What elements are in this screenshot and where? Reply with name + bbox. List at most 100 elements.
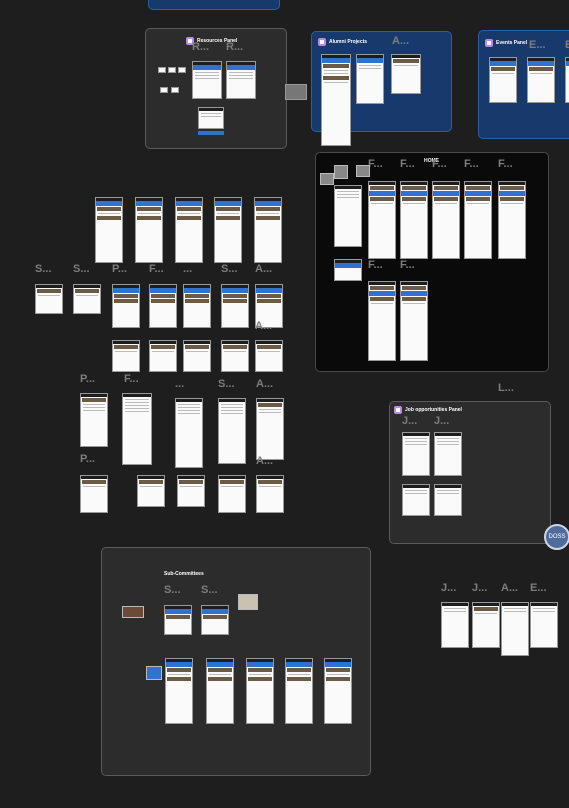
subcommittees-blue-thumb[interactable] xyxy=(146,666,162,680)
alumni-frame-1[interactable] xyxy=(321,54,351,146)
resources-mini-5[interactable] xyxy=(171,87,179,93)
home-frame-small[interactable] xyxy=(334,259,362,281)
panel-frame-icon xyxy=(318,38,326,46)
br-frame-2[interactable] xyxy=(472,602,500,648)
jobs-frame-1[interactable] xyxy=(402,432,430,476)
home-frame-4[interactable] xyxy=(464,181,492,259)
subcommittees-frame-7[interactable] xyxy=(324,658,352,724)
subcommittees-frame-1[interactable] xyxy=(164,605,192,635)
jobs-panel-title: Job opportunities Panel xyxy=(405,407,462,413)
br-frame-3[interactable] xyxy=(501,602,529,656)
alumni-frame-2[interactable] xyxy=(356,54,384,104)
alumni-panel-title-wrap: Alumni Projects xyxy=(318,38,367,46)
loose-frame-a5[interactable] xyxy=(254,197,282,263)
row1-label-4: F... xyxy=(149,263,164,275)
subcommittees-frame-5[interactable] xyxy=(246,658,274,724)
resources-mini-4[interactable] xyxy=(160,87,168,93)
row2-frame-1[interactable] xyxy=(112,340,140,372)
resources-frame-1[interactable] xyxy=(192,61,222,99)
events-frame-1[interactable] xyxy=(489,57,517,103)
home-label-6: F... xyxy=(368,259,383,271)
home-frame-3[interactable] xyxy=(432,181,460,259)
row1-frame-3[interactable] xyxy=(112,284,140,328)
home-label-1: F... xyxy=(368,158,383,170)
row1-frame-2[interactable] xyxy=(73,284,101,314)
row1-frame-6[interactable] xyxy=(221,284,249,328)
connector-frame[interactable] xyxy=(285,84,307,100)
subcommittees-frame-6[interactable] xyxy=(285,658,313,724)
home-frame-5[interactable] xyxy=(498,181,526,259)
row3-frame-2[interactable] xyxy=(122,393,152,465)
row4-label-2: A... xyxy=(256,455,274,467)
row4-frame-3[interactable] xyxy=(177,475,205,507)
home-frame-1[interactable] xyxy=(368,181,396,259)
row1-label-6: S... xyxy=(221,263,238,275)
row3-frame-5[interactable] xyxy=(256,398,284,460)
row3-label-1: P... xyxy=(80,373,96,385)
jobs-panel[interactable]: Job opportunities Panel J... J... xyxy=(389,401,551,544)
row2-frame-4[interactable] xyxy=(221,340,249,372)
subcommittees-label-1: S... xyxy=(164,584,181,596)
alumni-label-1: A... xyxy=(392,35,410,47)
jobs-frame-3[interactable] xyxy=(402,484,430,516)
subcommittees-photo[interactable] xyxy=(122,606,144,618)
row1-label-2: S... xyxy=(73,263,90,275)
row4-frame-2[interactable] xyxy=(137,475,165,507)
loose-frame-a3[interactable] xyxy=(175,197,203,263)
row4-label-1: P... xyxy=(80,453,96,465)
br-frame-4[interactable] xyxy=(530,602,558,648)
row3-frame-3[interactable] xyxy=(175,398,203,468)
row2-label-a: A... xyxy=(255,320,273,332)
subcommittees-thumb[interactable] xyxy=(238,594,258,610)
subcommittees-frame-3[interactable] xyxy=(165,658,193,724)
alumni-panel[interactable]: Alumni Projects A... xyxy=(311,31,452,146)
row2-frame-5[interactable] xyxy=(255,340,283,372)
home-frame-6[interactable] xyxy=(368,281,396,361)
row1-frame-4[interactable] xyxy=(149,284,177,328)
row3-frame-4[interactable] xyxy=(218,398,246,464)
row4-frame-5[interactable] xyxy=(256,475,284,513)
home-panel[interactable]: HOME F... F... F... F... F... F... F... xyxy=(315,152,549,372)
events-panel[interactable]: Events Panel E... E xyxy=(478,30,569,139)
resources-mini-2[interactable] xyxy=(168,67,176,73)
loose-frame-a2[interactable] xyxy=(135,197,163,263)
home-frame-main[interactable] xyxy=(334,185,362,247)
row4-frame-1[interactable] xyxy=(80,475,108,513)
resources-frame-2[interactable] xyxy=(226,61,256,99)
resources-frame-3[interactable] xyxy=(198,107,224,129)
panel-frame-icon xyxy=(485,39,493,47)
top-partial-panel[interactable] xyxy=(148,0,280,10)
row1-frame-1[interactable] xyxy=(35,284,63,314)
subcommittees-frame-4[interactable] xyxy=(206,658,234,724)
panel-frame-icon xyxy=(394,406,402,414)
row2-frame-2[interactable] xyxy=(149,340,177,372)
events-frame-3[interactable] xyxy=(565,57,569,103)
row2-frame-3[interactable] xyxy=(183,340,211,372)
resources-panel[interactable]: Resources Panel R... R... xyxy=(145,28,287,149)
loose-frame-a1[interactable] xyxy=(95,197,123,263)
events-panel-title: Events Panel xyxy=(496,40,528,46)
subcommittees-frame-2[interactable] xyxy=(201,605,229,635)
home-image-1[interactable] xyxy=(320,173,334,185)
user-avatar-badge[interactable]: DOSS xyxy=(544,524,569,550)
row4-frame-4[interactable] xyxy=(218,475,246,513)
row1-frame-5[interactable] xyxy=(183,284,211,328)
row3-frame-1[interactable] xyxy=(80,393,108,447)
jobs-label-2: J... xyxy=(434,415,450,427)
home-image-2[interactable] xyxy=(334,165,348,179)
home-frame-7[interactable] xyxy=(400,281,428,361)
loose-frame-a4[interactable] xyxy=(214,197,242,263)
home-image-3[interactable] xyxy=(356,165,370,177)
events-frame-2[interactable] xyxy=(527,57,555,103)
alumni-frame-3[interactable] xyxy=(391,54,421,94)
jobs-frame-2[interactable] xyxy=(434,432,462,476)
resources-mini-1[interactable] xyxy=(158,67,166,73)
row3-label-4: S... xyxy=(218,378,235,390)
br-frame-1[interactable] xyxy=(441,602,469,648)
subcommittees-panel[interactable]: Sub-Committees S... S... xyxy=(101,547,371,776)
br-label-2: J... xyxy=(472,582,488,594)
jobs-frame-4[interactable] xyxy=(434,484,462,516)
resources-mini-3[interactable] xyxy=(178,67,186,73)
home-frame-2[interactable] xyxy=(400,181,428,259)
events-panel-title-wrap: Events Panel xyxy=(485,39,527,47)
